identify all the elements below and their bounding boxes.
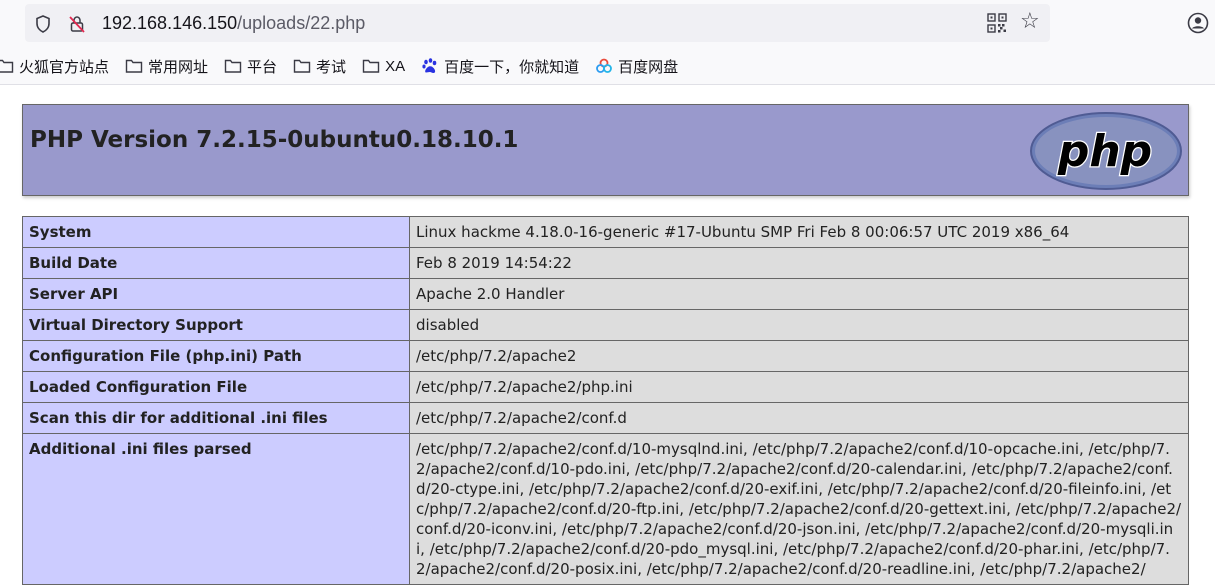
- row-value: /etc/php/7.2/apache2/conf.d: [409, 402, 1189, 434]
- folder-icon: [293, 59, 311, 73]
- table-row: Scan this dir for additional .ini files …: [22, 402, 1189, 434]
- browser-chrome: 192.168.146.150/uploads/22.php ☆ 火狐官方站点: [0, 0, 1215, 85]
- folder-icon: [125, 59, 143, 73]
- row-key: Build Date: [22, 247, 410, 279]
- row-key: System: [22, 216, 410, 248]
- phpinfo-table: System Linux hackme 4.18.0-16-generic #1…: [22, 216, 1189, 585]
- page-content: PHP Version 7.2.15-0ubuntu0.18.10.1 php …: [0, 85, 1215, 585]
- account-icon[interactable]: [1187, 12, 1209, 34]
- row-value: disabled: [409, 309, 1189, 341]
- bookmark-star-icon[interactable]: ☆: [1020, 11, 1040, 33]
- shield-icon[interactable]: [33, 14, 53, 34]
- row-key: Configuration File (php.ini) Path: [22, 340, 410, 372]
- bookmark-label: 百度一下，你就知道: [444, 58, 580, 76]
- row-value: Apache 2.0 Handler: [409, 278, 1189, 310]
- row-value: Linux hackme 4.18.0-16-generic #17-Ubunt…: [409, 216, 1189, 248]
- table-row: Build Date Feb 8 2019 14:54:22: [22, 247, 1189, 279]
- table-row: System Linux hackme 4.18.0-16-generic #1…: [22, 216, 1189, 248]
- table-row: Virtual Directory Support disabled: [22, 309, 1189, 341]
- row-key: Server API: [22, 278, 410, 310]
- folder-icon: [224, 59, 242, 73]
- folder-icon: [0, 59, 14, 73]
- bookmark-label: 平台: [247, 58, 278, 76]
- insecure-lock-icon[interactable]: [67, 14, 87, 34]
- page-title: PHP Version 7.2.15-0ubuntu0.18.10.1: [30, 127, 519, 153]
- bookmark-label: 火狐官方站点: [19, 58, 110, 76]
- table-row: Server API Apache 2.0 Handler: [22, 278, 1189, 310]
- bookmark-baidu[interactable]: 百度一下，你就知道: [421, 56, 579, 77]
- bookmark-label: 百度网盘: [618, 58, 679, 76]
- row-key: Scan this dir for additional .ini files: [22, 402, 410, 434]
- bookmark-folder-pingtai[interactable]: 平台: [224, 56, 277, 77]
- row-value: Feb 8 2019 14:54:22: [409, 247, 1189, 279]
- qr-code-icon[interactable]: [987, 13, 1007, 33]
- table-row: Loaded Configuration File /etc/php/7.2/a…: [22, 371, 1189, 403]
- table-row: Configuration File (php.ini) Path /etc/p…: [22, 340, 1189, 372]
- row-value: /etc/php/7.2/apache2: [409, 340, 1189, 372]
- bookmark-folder-kaoshi[interactable]: 考试: [293, 56, 346, 77]
- baidu-paw-icon: [422, 58, 437, 73]
- url-path: /uploads/22.php: [237, 13, 366, 33]
- row-key: Loaded Configuration File: [22, 371, 410, 403]
- php-logo-text: php: [1057, 126, 1152, 177]
- baidu-netdisk-icon: [596, 58, 612, 73]
- bookmark-folder-changyong[interactable]: 常用网址: [125, 56, 208, 77]
- row-value: /etc/php/7.2/apache2/conf.d/10-mysqlnd.i…: [409, 433, 1189, 585]
- row-value: /etc/php/7.2/apache2/php.ini: [409, 371, 1189, 403]
- phpinfo-header: PHP Version 7.2.15-0ubuntu0.18.10.1 php: [22, 104, 1189, 196]
- bookmark-label: XA: [385, 57, 406, 75]
- bookmark-label: 常用网址: [148, 58, 209, 76]
- url-text[interactable]: 192.168.146.150/uploads/22.php: [102, 13, 365, 34]
- row-key: Virtual Directory Support: [22, 309, 410, 341]
- bookmark-folder-xa[interactable]: XA: [362, 58, 405, 75]
- table-row: Additional .ini files parsed /etc/php/7.…: [22, 433, 1189, 585]
- bookmark-baidu-netdisk[interactable]: 百度网盘: [595, 56, 678, 77]
- folder-icon: [362, 59, 380, 73]
- url-host: 192.168.146.150: [102, 13, 238, 33]
- php-logo[interactable]: php: [1029, 111, 1183, 191]
- bookmark-folder-huohu[interactable]: 火狐官方站点: [0, 56, 109, 77]
- bookmark-label: 考试: [316, 58, 347, 76]
- address-bar[interactable]: 192.168.146.150/uploads/22.php ☆: [25, 4, 1050, 42]
- bookmarks-toolbar: 火狐官方站点 常用网址 平台 考试 XA 百度一下，你就知道 百度网盘: [0, 52, 694, 80]
- row-key: Additional .ini files parsed: [22, 433, 410, 585]
